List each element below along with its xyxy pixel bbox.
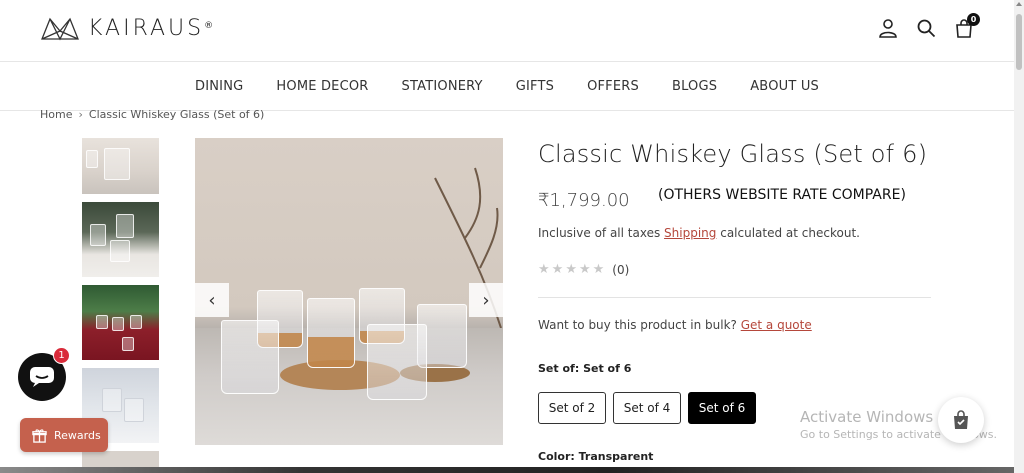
set-of-2-button[interactable]: Set of 2: [538, 392, 606, 424]
main-nav: DINING HOME DECOR STATIONERY GIFTS OFFER…: [0, 62, 1014, 111]
set-option-label: Set of: Set of 6: [538, 362, 632, 375]
bottom-partial-content: [0, 467, 1014, 473]
header-icons: 0: [878, 13, 980, 38]
divider: [538, 297, 931, 298]
star-icon: ★: [578, 262, 591, 277]
product-title: Classic Whiskey Glass (Set of 6): [538, 140, 928, 168]
set-options: Set of 2 Set of 4 Set of 6: [538, 392, 756, 424]
logo-crown-icon: [41, 17, 79, 41]
shipping-link[interactable]: Shipping: [664, 226, 716, 240]
carousel-next-button[interactable]: ›: [469, 283, 503, 317]
product-page: KAIRAUS ® 0 DINING HOME DECOR STATIONERY…: [0, 0, 1024, 473]
brand-logo[interactable]: KAIRAUS ®: [40, 13, 213, 43]
star-icon: ★: [592, 262, 605, 277]
cart-count-badge: 0: [967, 13, 980, 26]
thumbnail-2[interactable]: [82, 202, 159, 277]
scroll-up-arrow-icon[interactable]: [1016, 2, 1022, 6]
site-header: KAIRAUS ® 0: [0, 0, 1014, 62]
product-price: ₹1,799.00: [538, 190, 630, 211]
nav-item-about-us[interactable]: ABOUT US: [750, 79, 819, 94]
user-icon[interactable]: [878, 18, 898, 38]
cart-icon[interactable]: 0: [954, 13, 980, 38]
shopping-bag-icon: [954, 410, 968, 429]
nav-item-offers[interactable]: OFFERS: [587, 79, 639, 94]
gift-icon: [32, 428, 47, 443]
breadcrumb: Home › Classic Whiskey Glass (Set of 6): [40, 108, 264, 121]
color-option-selected: Transparent: [578, 450, 654, 463]
breadcrumb-home[interactable]: Home: [40, 108, 72, 121]
star-icon: ★: [565, 262, 577, 277]
set-of-6-button[interactable]: Set of 6: [688, 392, 756, 424]
nav-item-gifts[interactable]: GIFTS: [516, 79, 554, 94]
carousel-prev-button[interactable]: ‹: [195, 283, 229, 317]
brand-registered: ®: [204, 21, 214, 31]
star-icon: ★: [538, 262, 550, 277]
rewards-label: Rewards: [54, 428, 101, 442]
product-rating[interactable]: ★ ★ ★ ★ ★ (0): [538, 262, 629, 277]
nav-item-home-decor[interactable]: HOME DECOR: [276, 79, 368, 94]
help-widget-button[interactable]: [938, 397, 984, 443]
set-of-4-button[interactable]: Set of 4: [613, 392, 681, 424]
bulk-order-note: Want to buy this product in bulk? Get a …: [538, 318, 812, 332]
star-icon: ★: [551, 262, 564, 277]
thumbnail-3[interactable]: [82, 285, 159, 360]
chat-notification-badge: 1: [53, 347, 70, 364]
page-scrollbar[interactable]: [1014, 0, 1024, 473]
nav-item-dining[interactable]: DINING: [195, 79, 243, 94]
chat-icon: [30, 367, 54, 387]
color-option-label: Color: Transparent: [538, 450, 654, 463]
product-main-image[interactable]: ‹ ›: [195, 138, 503, 445]
get-quote-link[interactable]: Get a quote: [741, 318, 812, 332]
set-option-selected: Set of 6: [583, 362, 632, 375]
breadcrumb-separator-icon: ›: [78, 108, 83, 121]
rating-count: (0): [612, 262, 630, 277]
tax-note: Inclusive of all taxes Shipping calculat…: [538, 226, 860, 240]
breadcrumb-current: Classic Whiskey Glass (Set of 6): [88, 108, 265, 121]
search-icon[interactable]: [916, 18, 936, 38]
thumbnail-1[interactable]: [82, 138, 159, 194]
brand-name: KAIRAUS: [88, 15, 205, 41]
scroll-thumb[interactable]: [1016, 14, 1022, 70]
nav-item-stationery[interactable]: STATIONERY: [402, 79, 483, 94]
price-compare-note: (OTHERS WEBSITE RATE COMPARE): [658, 187, 906, 203]
rewards-button[interactable]: Rewards: [20, 418, 108, 452]
nav-item-blogs[interactable]: BLOGS: [672, 79, 717, 94]
